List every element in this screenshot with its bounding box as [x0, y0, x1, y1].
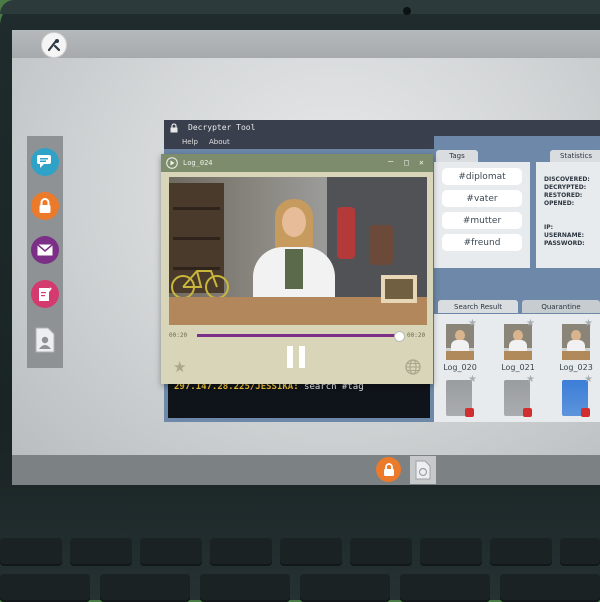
tags-panel: #diplomat #vater #mutter #freund: [434, 162, 530, 268]
file-lock-badge: [465, 408, 474, 417]
decrypter-title: Decrypter Tool: [188, 123, 256, 132]
globe-icon[interactable]: [405, 359, 421, 375]
log-thumbnail[interactable]: Log_023: [556, 324, 596, 380]
dock-notes-app[interactable]: [31, 280, 59, 308]
keyboard-key: [490, 538, 552, 566]
log-preview: [504, 324, 532, 360]
keyboard-key: [560, 538, 600, 566]
top-bar: [12, 30, 600, 58]
decrypter-title-bar[interactable]: Decrypter Tool: [164, 120, 600, 136]
maximize-icon[interactable]: □: [404, 158, 409, 167]
progress-bar[interactable]: [197, 331, 405, 342]
webcam: [403, 7, 411, 15]
lock-icon: [39, 198, 51, 213]
minimize-icon[interactable]: –: [388, 157, 393, 167]
log-label: Log_023: [559, 363, 593, 372]
search-result-panel: Log_020 ★ Log_021 ★ Log_023 ★ ★ ★ ★: [434, 314, 600, 422]
decrypter-menu-bar: Help About: [164, 136, 434, 149]
log-label: Log_021: [501, 363, 535, 372]
keyboard-key: [70, 538, 132, 566]
tag-button[interactable]: #vater: [442, 190, 522, 207]
file-lock-badge: [581, 408, 590, 417]
pause-icon: [287, 346, 293, 368]
keyboard-key: [0, 538, 62, 566]
keyboard-key: [420, 538, 482, 566]
keyboard-key: [400, 574, 490, 602]
progress-handle[interactable]: [394, 331, 405, 342]
dock-decrypter-app[interactable]: [31, 192, 59, 220]
menu-about[interactable]: About: [209, 138, 230, 146]
tab-tags[interactable]: Tags: [436, 150, 478, 162]
taskbar-decrypter-button[interactable]: [376, 457, 401, 482]
chat-icon: [37, 155, 51, 168]
log-thumbnail[interactable]: Log_021: [498, 324, 538, 380]
pause-button[interactable]: [287, 346, 305, 368]
progress-fill: [197, 334, 399, 337]
star-icon[interactable]: ★: [468, 374, 477, 385]
close-icon[interactable]: ✕: [419, 158, 424, 167]
log-label: Log_020: [443, 363, 477, 372]
star-icon[interactable]: ★: [468, 318, 477, 329]
bezel-top-edge: [0, 0, 600, 14]
log-thumbnail[interactable]: Log_020: [440, 324, 480, 380]
desktop-screen: Decrypter Tool Help About Tags #diplomat…: [12, 30, 600, 485]
video-player-window: Log_024 – □ ✕ 00:20 00:20 ★: [161, 154, 433, 384]
keyboard-key: [300, 574, 390, 602]
keyboard-key: [140, 538, 202, 566]
title-lock-icon: [170, 123, 178, 133]
tab-statistics[interactable]: Statistics: [550, 150, 600, 162]
mail-icon: [37, 244, 53, 256]
taskbar: [12, 455, 600, 485]
star-icon[interactable]: ★: [584, 318, 593, 329]
video-file-icon: [415, 460, 431, 480]
keyboard-key: [210, 538, 272, 566]
log-preview: [446, 324, 474, 360]
stat-label: PASSWORD:: [544, 240, 585, 247]
time-elapsed: 00:20: [169, 332, 188, 339]
dock-chat-app[interactable]: [31, 148, 59, 176]
notes-icon: [39, 287, 52, 301]
statistics-panel: DISCOVERED: DECRYPTED: RESTORED: OPENED:…: [536, 162, 600, 268]
log-preview: [562, 324, 590, 360]
play-circle-icon: [166, 157, 178, 169]
video-frame[interactable]: [169, 177, 427, 325]
tag-button[interactable]: #diplomat: [442, 168, 522, 185]
contact-file-icon: [35, 327, 55, 353]
time-total: 00:20: [407, 332, 426, 339]
video-title-bar[interactable]: Log_024 – □ ✕: [161, 154, 433, 172]
dock-mail-app[interactable]: [31, 236, 59, 264]
star-icon[interactable]: ★: [584, 374, 593, 385]
keyboard-key: [350, 538, 412, 566]
system-logo-icon: [47, 39, 61, 52]
file-lock-badge: [523, 408, 532, 417]
system-logo-button[interactable]: [41, 32, 67, 58]
keyboard-deck: [0, 488, 600, 602]
pause-icon: [299, 346, 305, 368]
tag-button[interactable]: #freund: [442, 234, 522, 251]
lock-icon: [383, 462, 394, 476]
star-icon[interactable]: ★: [526, 318, 535, 329]
stat-label: USERNAME:: [544, 232, 585, 239]
dock-contacts-app[interactable]: [31, 326, 59, 354]
app-dock: [27, 136, 63, 368]
keyboard-key: [0, 574, 90, 602]
keyboard-key: [100, 574, 190, 602]
keyboard-key: [280, 538, 342, 566]
stat-label: IP:: [544, 224, 554, 231]
keyboard-key: [200, 574, 290, 602]
taskbar-video-button[interactable]: [410, 456, 436, 484]
stat-label: DISCOVERED:: [544, 176, 590, 183]
stat-label: OPENED:: [544, 200, 575, 207]
tab-quarantine[interactable]: Quarantine: [522, 300, 600, 313]
stat-label: RESTORED:: [544, 192, 583, 199]
star-icon[interactable]: ★: [526, 374, 535, 385]
menu-help[interactable]: Help: [182, 138, 198, 146]
tab-search-result[interactable]: Search Result: [438, 300, 518, 313]
video-title: Log_024: [183, 159, 213, 167]
keyboard-key: [500, 574, 600, 602]
stat-label: DECRYPTED:: [544, 184, 587, 191]
tag-button[interactable]: #mutter: [442, 212, 522, 229]
star-icon[interactable]: ★: [173, 358, 186, 376]
